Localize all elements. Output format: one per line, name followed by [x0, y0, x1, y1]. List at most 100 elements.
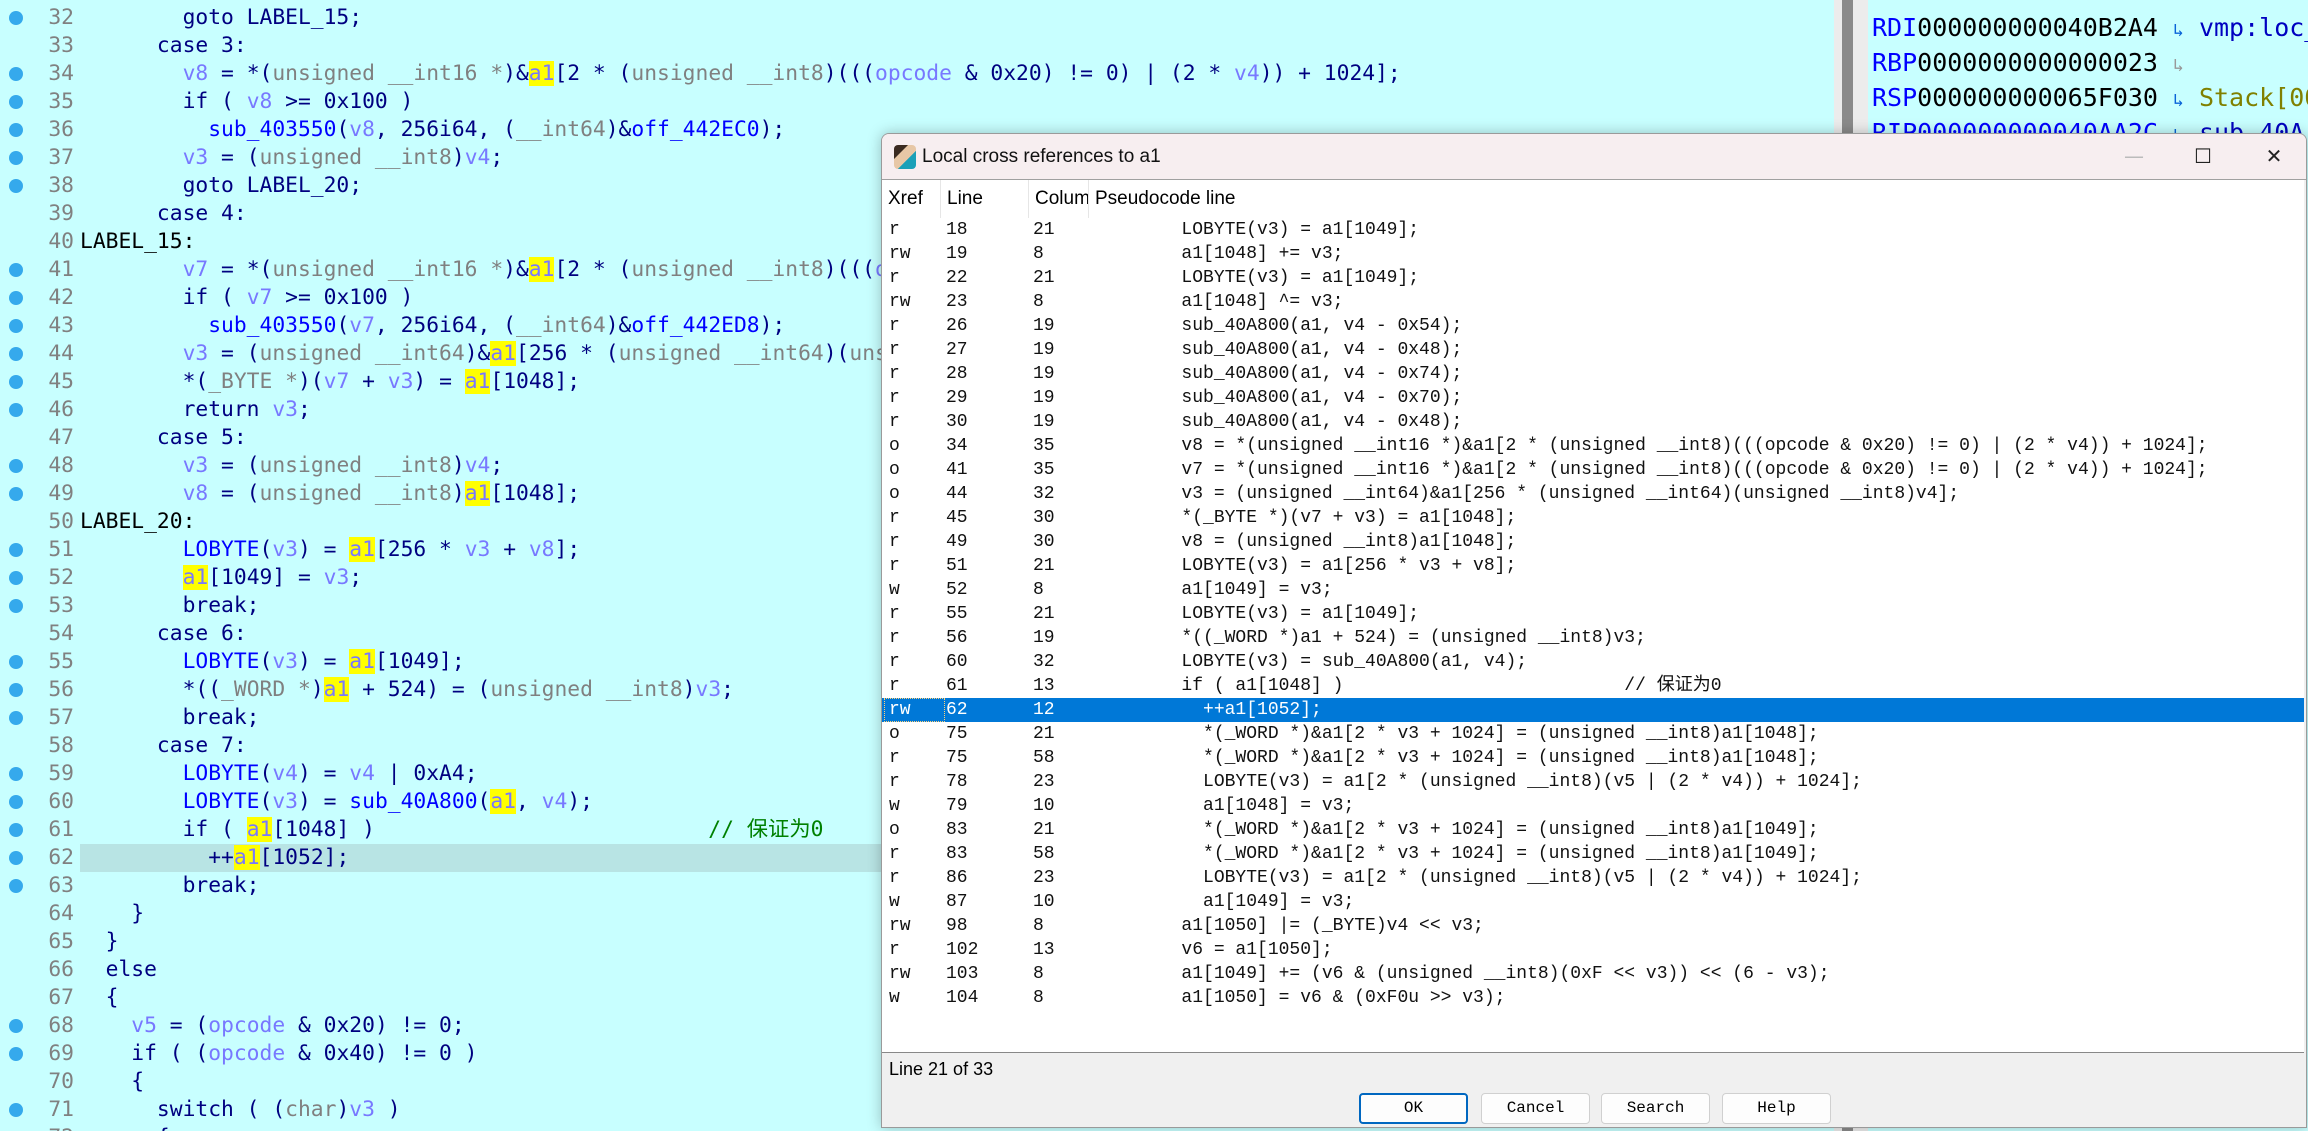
highlighted-identifier[interactable]: a1 — [349, 537, 375, 562]
xref-row[interactable]: rw 62 12 ++a1[1052]; — [882, 698, 2304, 722]
xref-row[interactable]: r 55 21 LOBYTE(v3) = a1[1049]; — [882, 602, 2304, 626]
code-token[interactable]: v3 — [272, 397, 298, 422]
register-row[interactable]: RDI000000000040B2A4 ↳ vmp:loc_ — [1872, 10, 2308, 45]
xref-row[interactable]: r 49 30 v8 = (unsigned __int8)a1[1048]; — [882, 530, 2304, 554]
breakpoint-dot-icon[interactable] — [9, 179, 23, 193]
code-token[interactable]: v4 — [272, 761, 298, 786]
xref-row[interactable]: o 41 35 v7 = *(unsigned __int16 *)&a1[2 * … — [882, 458, 2304, 482]
highlighted-identifier[interactable]: a1 — [349, 649, 375, 674]
code-token[interactable]: opcode — [208, 1041, 285, 1066]
breakpoint-dot-icon[interactable] — [9, 123, 23, 137]
xref-row[interactable]: r 83 58 *(_WORD *)&a1[2 * v3 + 1024] = (un… — [882, 842, 2304, 866]
code-token[interactable]: v8 — [349, 117, 375, 142]
code-text[interactable]: if ( v8 >= 0x100 ) — [80, 88, 1834, 116]
xref-row[interactable]: r 61 13 if ( a1[1048] ) // 保证为0 — [882, 674, 2304, 698]
xref-row[interactable]: r 30 19 sub_40A800(a1, v4 - 0x48); — [882, 410, 2304, 434]
breakpoint-dot-icon[interactable] — [9, 151, 23, 165]
breakpoint-dot-icon[interactable] — [9, 487, 23, 501]
code-token[interactable]: v4 — [465, 453, 491, 478]
code-token[interactable]: sub_403550 — [208, 117, 336, 142]
xref-row[interactable]: r 78 23 LOBYTE(v3) = a1[2 * (unsigned __in… — [882, 770, 2304, 794]
breakpoint-dot-icon[interactable] — [9, 1103, 23, 1117]
code-line[interactable]: 33 case 3: — [0, 32, 1834, 60]
code-token[interactable]: v7 — [247, 285, 273, 310]
code-token[interactable]: v7 — [324, 369, 350, 394]
jump-arrow-icon[interactable]: ↳ — [2173, 55, 2184, 76]
xref-row[interactable]: rw 103 8 a1[1049] += (v6 & (unsigned __int… — [882, 962, 2304, 986]
breakpoint-dot-icon[interactable] — [9, 403, 23, 417]
breakpoint-dot-icon[interactable] — [9, 543, 23, 557]
column-header-column[interactable]: Colum — [1029, 180, 1089, 218]
xref-row[interactable]: r 22 21 LOBYTE(v3) = a1[1049]; — [882, 266, 2304, 290]
breakpoint-dot-icon[interactable] — [9, 375, 23, 389]
xref-row[interactable]: o 75 21 *(_WORD *)&a1[2 * v3 + 1024] = (un… — [882, 722, 2304, 746]
code-token[interactable]: v4 — [542, 789, 568, 814]
breakpoint-dot-icon[interactable] — [9, 291, 23, 305]
register-row[interactable]: RSP000000000065F030 ↳ Stack[00 — [1872, 80, 2308, 115]
code-line[interactable]: 34 v8 = *(unsigned __int16 *)&a1[2 * (un… — [0, 60, 1834, 88]
breakpoint-dot-icon[interactable] — [9, 347, 23, 361]
register-row[interactable]: RBP0000000000000023 ↳ — [1872, 45, 2199, 80]
code-token[interactable]: v8 — [183, 481, 209, 506]
highlighted-identifier[interactable]: a1 — [233, 845, 260, 870]
highlighted-identifier[interactable]: a1 — [464, 369, 491, 394]
highlighted-identifier[interactable]: a1 — [464, 481, 491, 506]
code-text[interactable]: goto LABEL_15; — [80, 4, 1834, 32]
code-token[interactable]: v5 — [131, 1013, 157, 1038]
highlighted-identifier[interactable]: a1 — [528, 61, 555, 86]
xref-row[interactable]: o 34 35 v8 = *(unsigned __int16 *)&a1[2 * … — [882, 434, 2304, 458]
xref-list[interactable]: Xref Line Colum Pseudocode line r 18 21 LO… — [882, 180, 2304, 1053]
code-token[interactable]: v8 — [183, 61, 209, 86]
code-token[interactable]: opcode — [208, 1013, 285, 1038]
breakpoint-dot-icon[interactable] — [9, 879, 23, 893]
breakpoint-dot-icon[interactable] — [9, 319, 23, 333]
xref-row[interactable]: o 83 21 *(_WORD *)&a1[2 * v3 + 1024] = (un… — [882, 818, 2304, 842]
code-token[interactable]: v3 — [183, 341, 209, 366]
xref-row[interactable]: r 75 58 *(_WORD *)&a1[2 * v3 + 1024] = (un… — [882, 746, 2304, 770]
code-token[interactable]: sub_403550 — [208, 313, 336, 338]
code-token[interactable]: v3 — [272, 649, 298, 674]
xref-row[interactable]: r 56 19 *((_WORD *)a1 + 524) = (unsigned _… — [882, 626, 2304, 650]
highlighted-identifier[interactable]: a1 — [490, 341, 516, 366]
xref-row[interactable]: w 104 8 a1[1050] = v6 & (0xF0u >> v3); — [882, 986, 2304, 1010]
code-token[interactable]: LOBYTE — [183, 537, 260, 562]
code-text[interactable]: case 3: — [80, 32, 1834, 60]
code-token[interactable]: v4 — [349, 761, 375, 786]
xref-row[interactable]: w 52 8 a1[1049] = v3; — [882, 578, 2304, 602]
highlighted-identifier[interactable]: a1 — [528, 257, 555, 282]
xref-row[interactable]: w 87 10 a1[1049] = v3; — [882, 890, 2304, 914]
breakpoint-dot-icon[interactable] — [9, 851, 23, 865]
highlighted-identifier[interactable]: a1 — [246, 817, 273, 842]
breakpoint-dot-icon[interactable] — [9, 95, 23, 109]
breakpoint-dot-icon[interactable] — [9, 795, 23, 809]
register-value[interactable]: 000000000040B2A4 — [1917, 13, 2158, 42]
xref-row[interactable]: r 29 19 sub_40A800(a1, v4 - 0x70); — [882, 386, 2304, 410]
help-button[interactable]: Help — [1722, 1093, 1831, 1124]
xref-row[interactable]: r 102 13 v6 = a1[1050]; — [882, 938, 2304, 962]
code-token[interactable]: v3 — [183, 453, 209, 478]
code-token[interactable]: off_442ED8 — [631, 313, 759, 338]
xref-row[interactable]: r 51 21 LOBYTE(v3) = a1[256 * v3 + v8]; — [882, 554, 2304, 578]
xref-row[interactable]: r 18 21 LOBYTE(v3) = a1[1049]; — [882, 218, 2304, 242]
xref-row[interactable]: r 45 30 *(_BYTE *)(v7 + v3) = a1[1048]; — [882, 506, 2304, 530]
code-line[interactable]: 32 goto LABEL_15; — [0, 4, 1834, 32]
xref-row[interactable]: rw 98 8 a1[1050] |= (_BYTE)v4 << v3; — [882, 914, 2304, 938]
breakpoint-dot-icon[interactable] — [9, 599, 23, 613]
code-token[interactable]: v3 — [272, 537, 298, 562]
breakpoint-dot-icon[interactable] — [9, 67, 23, 81]
breakpoint-dot-icon[interactable] — [9, 571, 23, 585]
breakpoint-dot-icon[interactable] — [9, 459, 23, 473]
code-token[interactable]: v3 — [324, 565, 350, 590]
code-token[interactable]: v3 — [183, 145, 209, 170]
code-token[interactable]: v7 — [349, 313, 375, 338]
register-value[interactable]: 000000000065F030 — [1917, 83, 2158, 112]
register-target[interactable]: Stack[00 — [2199, 83, 2308, 112]
close-button[interactable]: ✕ — [2251, 134, 2297, 179]
code-token[interactable]: v4 — [1234, 61, 1260, 86]
breakpoint-dot-icon[interactable] — [9, 767, 23, 781]
code-token[interactable]: LOBYTE — [183, 649, 260, 674]
code-token[interactable]: v3 — [388, 369, 414, 394]
code-token[interactable]: sub_40A800 — [349, 789, 477, 814]
code-token[interactable]: LOBYTE — [183, 789, 260, 814]
highlighted-identifier[interactable]: a1 — [323, 677, 350, 702]
